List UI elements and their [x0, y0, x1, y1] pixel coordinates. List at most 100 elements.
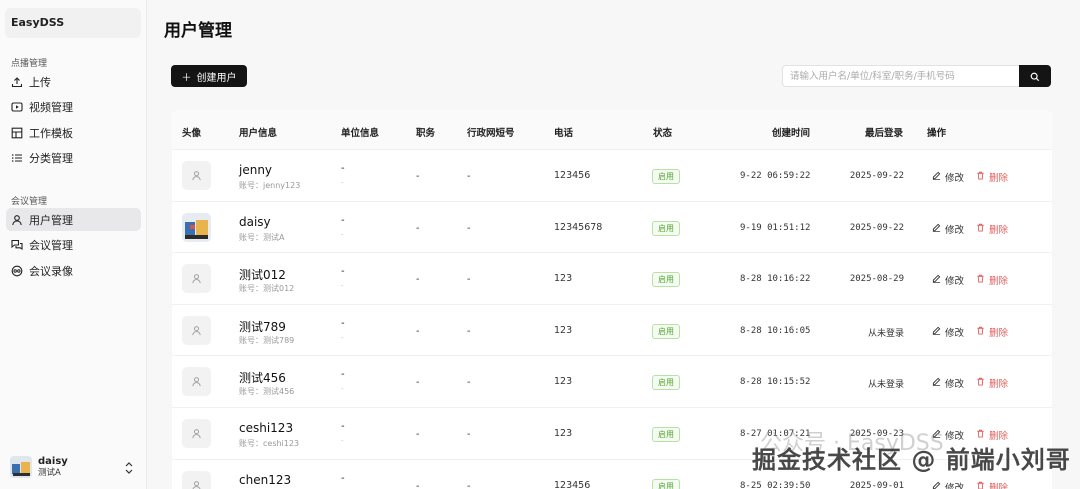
plus-icon: ＋ [181, 72, 192, 84]
user-name: 测试456 [239, 371, 286, 386]
delete-label: 删除 [989, 224, 1009, 236]
nav-group-vod: 点播管理 上传 视频管理 工作模板 分类管理 [0, 56, 147, 172]
status-badge: 启用 [652, 323, 680, 339]
trash-icon [976, 326, 985, 338]
sidebar-item-video[interactable]: 视频管理 [6, 96, 141, 119]
template-icon [11, 127, 23, 139]
search-bar [782, 65, 1051, 87]
last-login: 从未登录 [867, 328, 904, 339]
col-user-info: 用户信息 [239, 128, 278, 139]
sidebar-item-label: 工作模板 [29, 126, 73, 140]
current-user[interactable]: daisy 测试A [10, 453, 138, 481]
org-name: - [341, 472, 345, 484]
chat-icon [11, 239, 23, 251]
sidebar-item-label: 视频管理 [29, 101, 73, 114]
search-input[interactable] [782, 65, 1019, 87]
default-avatar-icon [182, 367, 211, 397]
user-account: 账号：ceshi123 [239, 439, 300, 448]
trash-icon [976, 274, 985, 286]
col-phone: 电话 [554, 128, 574, 139]
search-button[interactable] [1019, 65, 1051, 87]
status-badge: 启用 [652, 478, 680, 489]
phone: 123 [554, 376, 573, 388]
sidebar-item-users[interactable]: 用户管理 [6, 208, 141, 231]
last-login: 从未登录 [867, 380, 904, 391]
delete-label: 删除 [989, 173, 1009, 184]
edit-icon [932, 223, 941, 235]
org-name: - [341, 369, 345, 381]
org-name: - [341, 266, 345, 278]
create-user-button[interactable]: ＋ 创建用户 [171, 65, 247, 87]
last-login: 2025-09-22 [849, 222, 904, 233]
sidebar-item-category[interactable]: 分类管理 [6, 147, 141, 170]
short-number: - [467, 480, 471, 489]
org-dept: - [341, 230, 344, 239]
org-name: - [341, 317, 345, 329]
created-time: 9-19 01:51:12 [740, 222, 811, 233]
sidebar-item-template[interactable]: 工作模板 [6, 121, 141, 144]
edit-label: 修改 [945, 173, 965, 184]
edit-label: 修改 [945, 327, 965, 339]
col-actions: 操作 [927, 128, 947, 139]
sidebar-item-meetings[interactable]: 会议管理 [6, 234, 141, 257]
delete-button[interactable]: 删除 [976, 480, 1008, 489]
phone: 123 [554, 324, 573, 336]
user-org: 测试A [38, 467, 61, 478]
short-number: - [467, 274, 471, 286]
edit-button[interactable]: 修改 [932, 325, 964, 339]
edit-icon [932, 377, 941, 389]
page-title: 用户管理 [164, 21, 232, 41]
org-dept: - [341, 282, 344, 291]
table-row: 测试789 账号：测试789 - - - - 123 启用 8-28 10:16… [172, 305, 1052, 357]
sidebar-item-label: 用户管理 [29, 213, 73, 227]
org-name: - [341, 214, 345, 226]
trash-icon [976, 377, 985, 389]
delete-button[interactable]: 删除 [976, 376, 1008, 390]
job-title: - [416, 429, 420, 440]
edit-icon [932, 274, 941, 286]
default-avatar-icon [182, 419, 211, 448]
edit-button[interactable]: 修改 [932, 170, 964, 184]
org-name: - [341, 421, 345, 432]
edit-icon [932, 481, 941, 489]
phone: 123456 [554, 479, 591, 489]
status-badge: 启用 [652, 375, 680, 391]
delete-button[interactable]: 删除 [976, 273, 1008, 287]
sidebar-item-recordings[interactable]: 会议录像 [6, 259, 141, 282]
chevron-updown-icon[interactable] [124, 460, 134, 474]
edit-label: 修改 [945, 482, 965, 489]
edit-button[interactable]: 修改 [932, 480, 964, 489]
delete-label: 删除 [989, 327, 1009, 339]
created-time: 8-25 02:39:50 [740, 480, 811, 489]
user-name: chen123 [239, 472, 292, 487]
brand-logo[interactable]: EasyDSS [5, 8, 141, 38]
delete-button[interactable]: 删除 [976, 325, 1008, 339]
short-number: - [467, 325, 471, 337]
phone: 123456 [554, 170, 591, 181]
short-number: - [467, 222, 471, 234]
delete-label: 删除 [989, 482, 1009, 489]
trash-icon [976, 481, 985, 489]
sidebar-item-upload[interactable]: 上传 [6, 70, 141, 93]
col-last-login: 最后登录 [865, 128, 904, 139]
edit-button[interactable]: 修改 [932, 273, 964, 287]
org-dept: - [341, 437, 344, 445]
edit-button[interactable]: 修改 [932, 222, 964, 236]
trash-icon [976, 171, 985, 183]
table-row: 测试012 账号：测试012 - - - - 123 启用 8-28 10:16… [172, 253, 1052, 305]
sidebar: EasyDSS 点播管理 上传 视频管理 工作模板 分类管理 会议管理 用户管理… [0, 0, 147, 489]
edit-button[interactable]: 修改 [932, 376, 964, 390]
sidebar-item-label: 会议录像 [29, 264, 73, 278]
status-badge: 启用 [652, 220, 680, 236]
user-photo-avatar [182, 212, 211, 242]
user-name: daisy [239, 214, 271, 229]
delete-button[interactable]: 删除 [976, 170, 1008, 184]
nav-group-title: 会议管理 [11, 197, 48, 207]
user-icon [11, 214, 23, 226]
created-time: 9-22 06:59:22 [740, 171, 811, 181]
user-account: 账号：测试A [239, 232, 285, 242]
edit-icon [932, 326, 941, 338]
col-status: 状态 [653, 128, 673, 139]
created-time: 8-28 10:16:05 [740, 325, 811, 336]
delete-button[interactable]: 删除 [976, 222, 1008, 236]
